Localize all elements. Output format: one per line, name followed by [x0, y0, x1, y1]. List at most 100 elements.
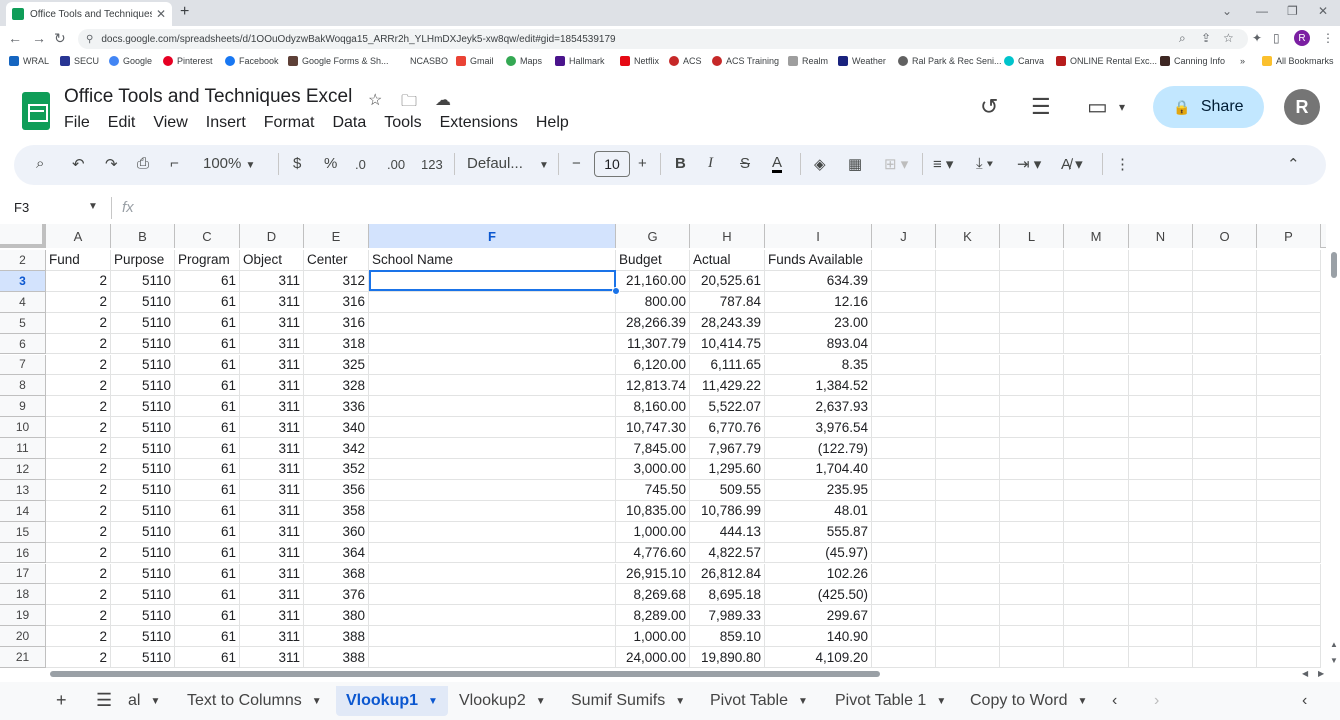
table-cell[interactable]: 311: [240, 605, 304, 627]
empty-cell[interactable]: [1193, 250, 1257, 271]
table-cell[interactable]: [369, 542, 616, 564]
table-cell[interactable]: 5110: [111, 647, 175, 668]
column-header-a[interactable]: A: [46, 224, 111, 248]
row-header[interactable]: 3: [0, 270, 46, 292]
empty-cell[interactable]: [1000, 375, 1064, 397]
row-header[interactable]: 6: [0, 333, 46, 355]
empty-cell[interactable]: [1064, 542, 1129, 564]
increase-decimal-button[interactable]: .00: [387, 157, 405, 172]
table-cell[interactable]: 5,522.07: [690, 396, 765, 418]
empty-cell[interactable]: [1193, 459, 1257, 480]
empty-cell[interactable]: [872, 396, 936, 418]
table-cell[interactable]: 1,704.40: [765, 459, 872, 480]
column-header-g[interactable]: G: [616, 224, 690, 248]
table-cell[interactable]: 48.01: [765, 500, 872, 522]
empty-cell[interactable]: [872, 333, 936, 355]
table-cell[interactable]: 28,266.39: [616, 312, 690, 334]
empty-cell[interactable]: [1257, 626, 1321, 648]
increase-font-size-icon[interactable]: +: [638, 155, 647, 172]
table-cell[interactable]: 311: [240, 563, 304, 585]
table-cell[interactable]: 21,160.00: [616, 270, 690, 292]
column-header-m[interactable]: M: [1064, 224, 1129, 248]
empty-cell[interactable]: [1064, 438, 1129, 459]
empty-cell[interactable]: [1193, 605, 1257, 627]
empty-cell[interactable]: [1064, 647, 1129, 668]
column-header-i[interactable]: I: [765, 224, 872, 248]
table-cell[interactable]: [369, 312, 616, 334]
table-cell[interactable]: 8,695.18: [690, 584, 765, 606]
row-header[interactable]: 7: [0, 354, 46, 376]
font-size-input[interactable]: 10: [594, 151, 630, 177]
table-cell[interactable]: 2: [46, 521, 111, 543]
table-cell[interactable]: 1,295.60: [690, 459, 765, 480]
table-cell[interactable]: 859.10: [690, 626, 765, 648]
table-cell[interactable]: 61: [175, 459, 240, 480]
empty-cell[interactable]: [1000, 270, 1064, 292]
decrease-decimal-button[interactable]: .0: [355, 157, 366, 172]
table-cell[interactable]: 328: [304, 375, 369, 397]
bookmark-item[interactable]: Google Forms & Sh...: [288, 56, 389, 66]
empty-cell[interactable]: [936, 647, 1000, 668]
table-cell[interactable]: 2: [46, 438, 111, 459]
table-cell[interactable]: 2: [46, 500, 111, 522]
table-cell[interactable]: 311: [240, 438, 304, 459]
table-cell[interactable]: 20,525.61: [690, 270, 765, 292]
table-cell[interactable]: 2: [46, 312, 111, 334]
table-cell[interactable]: 5110: [111, 500, 175, 522]
empty-cell[interactable]: [1064, 521, 1129, 543]
empty-cell[interactable]: [1129, 605, 1193, 627]
empty-cell[interactable]: [1000, 333, 1064, 355]
table-cell[interactable]: 316: [304, 291, 369, 313]
table-cell[interactable]: 4,109.20: [765, 647, 872, 668]
empty-cell[interactable]: [1000, 291, 1064, 313]
table-cell[interactable]: 6,111.65: [690, 354, 765, 376]
reload-icon[interactable]: ↻: [54, 30, 66, 47]
table-cell[interactable]: 61: [175, 354, 240, 376]
header-cell[interactable]: Center: [304, 250, 369, 271]
empty-cell[interactable]: [872, 605, 936, 627]
empty-cell[interactable]: [1129, 417, 1193, 439]
row-header[interactable]: 12: [0, 459, 46, 480]
table-cell[interactable]: 368: [304, 563, 369, 585]
row-header[interactable]: 18: [0, 584, 46, 606]
sheet-tab[interactable]: Text to Columns ▼: [177, 686, 332, 716]
table-cell[interactable]: 316: [304, 312, 369, 334]
table-cell[interactable]: 311: [240, 354, 304, 376]
empty-cell[interactable]: [1000, 563, 1064, 585]
column-header-k[interactable]: K: [936, 224, 1000, 248]
header-cell[interactable]: Program: [175, 250, 240, 271]
empty-cell[interactable]: [872, 417, 936, 439]
table-cell[interactable]: 26,812.84: [690, 563, 765, 585]
empty-cell[interactable]: [1064, 500, 1129, 522]
empty-cell[interactable]: [936, 584, 1000, 606]
fill-color-icon[interactable]: ◈: [814, 155, 826, 173]
column-header-j[interactable]: J: [872, 224, 936, 248]
empty-cell[interactable]: [1000, 312, 1064, 334]
column-header-e[interactable]: E: [304, 224, 369, 248]
empty-cell[interactable]: [1129, 375, 1193, 397]
empty-cell[interactable]: [1000, 647, 1064, 668]
table-cell[interactable]: 8,289.00: [616, 605, 690, 627]
table-cell[interactable]: 5110: [111, 396, 175, 418]
empty-cell[interactable]: [936, 417, 1000, 439]
bookmark-item[interactable]: NCASBO: [410, 56, 448, 66]
table-cell[interactable]: 444.13: [690, 521, 765, 543]
empty-cell[interactable]: [936, 438, 1000, 459]
empty-cell[interactable]: [1064, 459, 1129, 480]
empty-cell[interactable]: [1000, 417, 1064, 439]
table-cell[interactable]: 2: [46, 542, 111, 564]
table-cell[interactable]: 11,307.79: [616, 333, 690, 355]
empty-cell[interactable]: [1064, 605, 1129, 627]
text-rotation-icon[interactable]: A̸ ▾: [1061, 155, 1083, 173]
empty-cell[interactable]: [872, 250, 936, 271]
empty-cell[interactable]: [1257, 647, 1321, 668]
bookmark-item[interactable]: WRAL: [9, 56, 49, 66]
column-header-o[interactable]: O: [1193, 224, 1257, 248]
table-cell[interactable]: 311: [240, 396, 304, 418]
italic-icon[interactable]: I: [708, 155, 713, 172]
empty-cell[interactable]: [1064, 375, 1129, 397]
table-cell[interactable]: 311: [240, 500, 304, 522]
empty-cell[interactable]: [1257, 250, 1321, 271]
table-cell[interactable]: 5110: [111, 605, 175, 627]
header-cell[interactable]: Budget: [616, 250, 690, 271]
